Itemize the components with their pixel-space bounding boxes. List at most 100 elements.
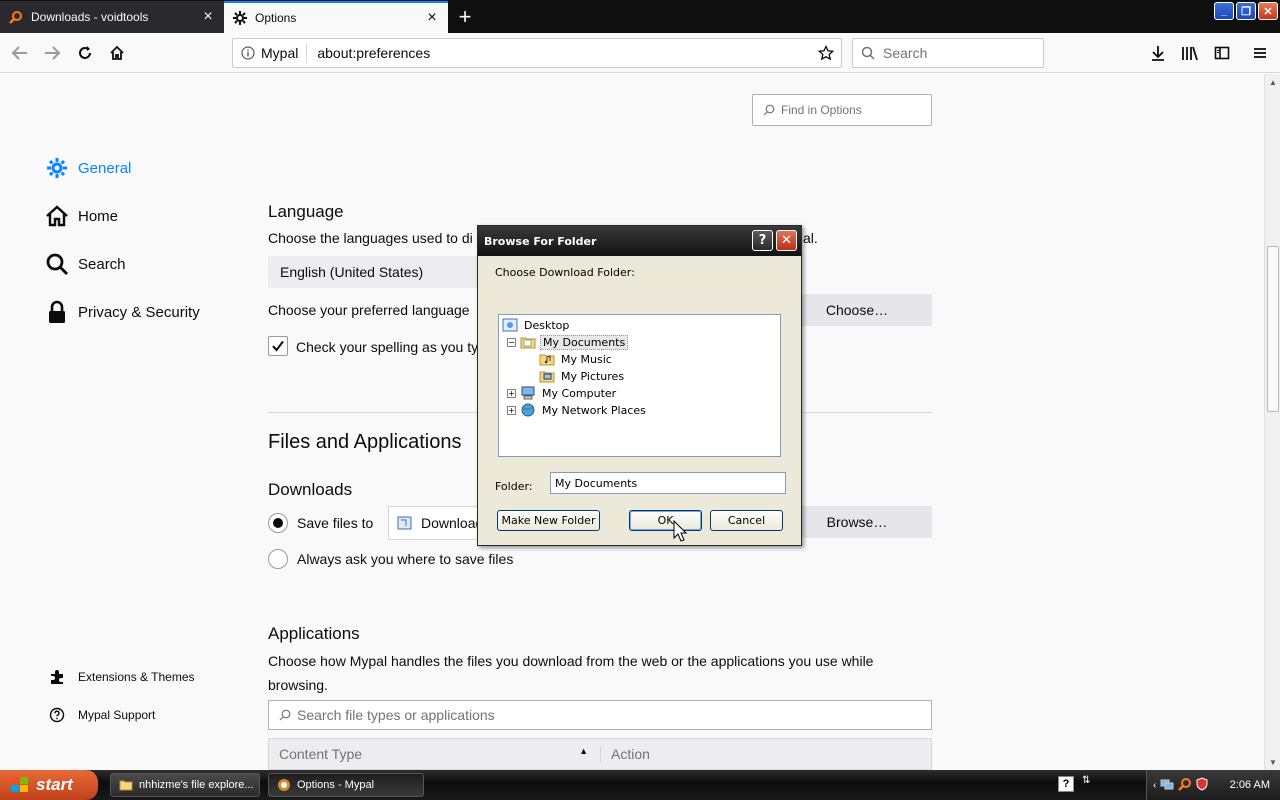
footer-link-label: Extensions & Themes: [78, 670, 195, 684]
extensions-themes-link[interactable]: Extensions & Themes: [48, 668, 195, 686]
shield-tray-icon[interactable]: [1196, 776, 1208, 794]
window-controls: _ ❐ ✕: [1214, 2, 1278, 20]
help-icon: [48, 706, 66, 724]
language-dropdown[interactable]: English (United States): [268, 256, 480, 288]
browse-label: Browse…: [826, 514, 888, 530]
new-tab-button[interactable]: +: [452, 4, 478, 30]
reload-icon: [79, 46, 91, 59]
cancel-button[interactable]: Cancel: [710, 510, 783, 531]
column-label: Content Type: [279, 746, 363, 762]
windows-flag-icon: [11, 777, 28, 792]
nav-toolbar: Mypal about:preferences Search: [0, 33, 1280, 73]
url-bar[interactable]: Mypal about:preferences: [232, 38, 842, 68]
folder-tree[interactable]: Desktop − My Documents My Music My Pictu…: [498, 314, 781, 457]
category-home[interactable]: Home: [44, 203, 118, 229]
choose-language-button[interactable]: Choose…: [782, 294, 932, 326]
taskbar-item-mypal[interactable]: Options - Mypal: [268, 773, 424, 797]
category-label: Search: [78, 255, 126, 273]
taskbar-item-file-explorer[interactable]: nhhizme's file explore...: [110, 773, 260, 797]
mypal-support-link[interactable]: Mypal Support: [48, 706, 155, 724]
help-button[interactable]: ?: [752, 230, 773, 251]
browse-button[interactable]: Browse…: [782, 506, 932, 538]
folder-input[interactable]: My Documents: [550, 472, 786, 494]
vertical-scrollbar[interactable]: ▲ ▼: [1264, 74, 1280, 770]
expand-icon[interactable]: +: [507, 405, 516, 415]
start-label: start: [36, 775, 73, 794]
tree-item-my-documents[interactable]: − My Documents: [507, 334, 629, 350]
url-text[interactable]: about:preferences: [307, 45, 811, 61]
sidebar-button[interactable]: [1208, 39, 1236, 67]
download-folder-field[interactable]: Download: [388, 506, 488, 540]
browse-folder-dialog: Browse For Folder ? ✕ Choose Download Fo…: [477, 225, 802, 546]
reload-button[interactable]: [71, 39, 99, 67]
always-ask-label: Always ask you where to save files: [297, 551, 514, 567]
scroll-thumb[interactable]: [1267, 246, 1279, 412]
category-search[interactable]: Search: [44, 251, 126, 277]
library-button[interactable]: [1176, 39, 1204, 67]
folder-value: My Documents: [555, 476, 638, 490]
tree-item-my-computer[interactable]: + My Computer: [507, 385, 618, 401]
applications-search-placeholder: Search file types or applications: [297, 707, 495, 723]
tree-item-desktop[interactable]: Desktop: [502, 317, 571, 333]
downloads-button[interactable]: [1144, 39, 1172, 67]
category-privacy[interactable]: Privacy & Security: [44, 299, 200, 325]
tree-item-my-music[interactable]: My Music: [539, 351, 614, 367]
minimize-button[interactable]: _: [1214, 2, 1234, 20]
always-ask-radio[interactable]: [268, 549, 288, 569]
close-tab-icon[interactable]: ×: [424, 9, 440, 26]
content-type-column[interactable]: Content Type ▲: [269, 746, 601, 762]
mouse-cursor-icon: [673, 520, 687, 542]
save-files-radio[interactable]: [268, 513, 288, 533]
radio-dot: [273, 518, 283, 528]
spellcheck-checkbox[interactable]: [268, 336, 288, 356]
search-placeholder: Search: [883, 45, 928, 61]
tree-item-my-pictures[interactable]: My Pictures: [539, 368, 626, 384]
language-bar-icon[interactable]: ⇅: [1082, 775, 1094, 795]
tab-downloads-voidtools[interactable]: Downloads - voidtools ×: [0, 1, 224, 33]
home-button[interactable]: [103, 39, 131, 67]
find-in-options-input[interactable]: Find in Options: [752, 94, 932, 126]
search-bar[interactable]: Search: [852, 38, 1044, 68]
back-button[interactable]: [6, 39, 34, 67]
close-window-button[interactable]: ✕: [1258, 2, 1278, 20]
start-button[interactable]: start: [0, 770, 98, 800]
search-tray-icon[interactable]: [1178, 777, 1192, 794]
menu-button[interactable]: [1246, 39, 1274, 67]
site-name: Mypal: [261, 45, 299, 61]
music-folder-icon: [539, 352, 555, 366]
applications-search-input[interactable]: Search file types or applications: [268, 700, 932, 730]
back-arrow-icon: [11, 46, 27, 60]
network-tray-icon[interactable]: [1160, 777, 1174, 794]
task-label: Options - Mypal: [297, 779, 375, 791]
bookmark-star-icon[interactable]: [811, 45, 841, 61]
dialog-close-button[interactable]: ✕: [776, 230, 797, 251]
category-label: Home: [78, 207, 119, 225]
category-general[interactable]: General: [44, 155, 131, 181]
ok-button[interactable]: OK: [629, 510, 702, 531]
scroll-down-icon[interactable]: ▼: [1265, 754, 1280, 770]
scroll-up-icon[interactable]: ▲: [1265, 74, 1280, 90]
download-icon: [1152, 46, 1164, 61]
find-placeholder: Find in Options: [781, 103, 862, 117]
language-description: Choose the languages used to di: [268, 230, 473, 246]
tab-options[interactable]: Options ×: [224, 1, 448, 33]
column-label: Action: [611, 746, 650, 762]
action-column[interactable]: Action: [601, 746, 650, 762]
forward-button[interactable]: [38, 39, 66, 67]
site-identity[interactable]: Mypal: [233, 43, 308, 63]
expand-icon[interactable]: +: [507, 388, 516, 398]
folder-label: Folder:: [495, 480, 533, 493]
collapse-icon[interactable]: −: [507, 337, 516, 347]
sort-up-icon: ▲: [579, 746, 588, 756]
close-tab-icon[interactable]: ×: [200, 8, 216, 25]
make-new-folder-button[interactable]: Make New Folder: [497, 510, 600, 531]
tray-expand-icon[interactable]: ‹: [1153, 780, 1156, 791]
footer-link-label: Mypal Support: [78, 708, 156, 722]
help-tray-icon[interactable]: ?: [1058, 776, 1074, 792]
restore-button[interactable]: ❐: [1236, 2, 1256, 20]
dialog-titlebar[interactable]: Browse For Folder ? ✕: [478, 226, 801, 256]
tree-item-my-network-places[interactable]: + My Network Places: [507, 402, 648, 418]
tree-item-label: My Pictures: [561, 369, 625, 383]
mypal-icon: [277, 778, 291, 792]
applications-description-1: Choose how Mypal handles the files you d…: [268, 653, 874, 669]
